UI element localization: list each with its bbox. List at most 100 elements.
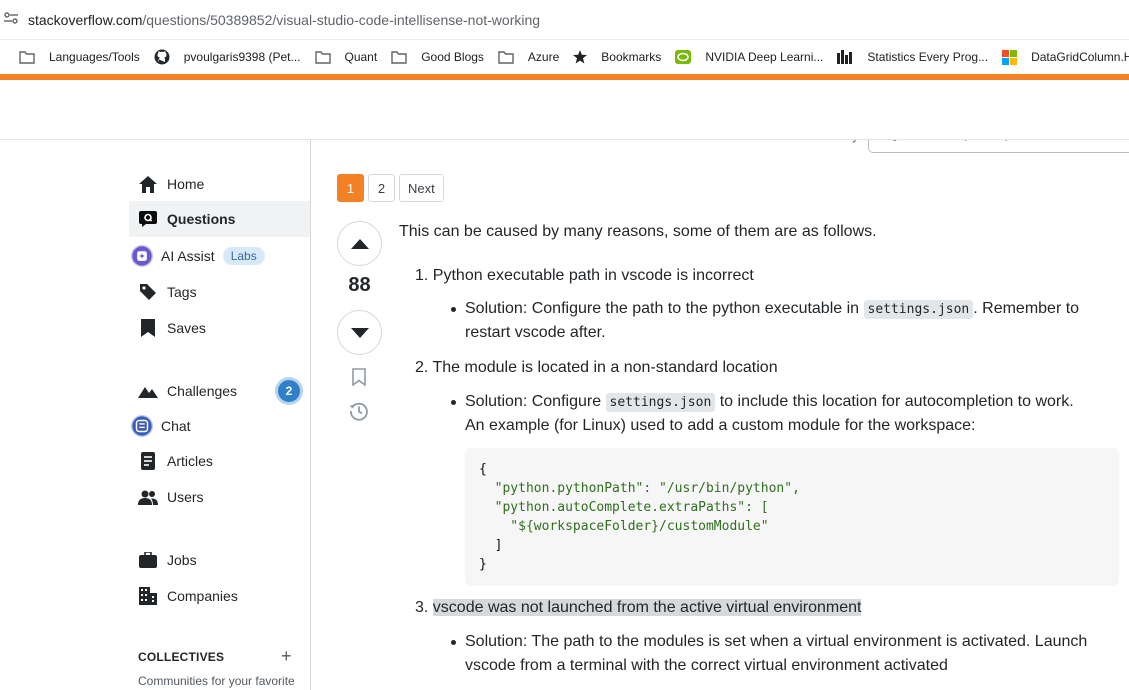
bars-icon <box>837 50 860 64</box>
stackoverflow-logo[interactable]: stackoverflow <box>137 92 300 126</box>
url-text: stackoverflow.com/questions/50389852/vis… <box>28 11 541 28</box>
sidebar-item-label: Jobs <box>167 552 197 568</box>
stackoverflow-logo-icon <box>137 92 162 125</box>
arrow-down-icon <box>350 327 369 338</box>
solution-2-cont: An example (for Linux) used to add a cus… <box>465 417 976 434</box>
bookmark-item[interactable]: Good Blogs <box>384 43 491 71</box>
bookmark-item[interactable]: Bookmarks <box>566 43 668 71</box>
sidebar-item-users[interactable]: Users <box>129 479 310 515</box>
bookmark-label: Good Blogs <box>421 50 484 64</box>
sidebar-item-label: Home <box>167 176 205 192</box>
bookmarks-bar: Languages/Tools pvoulgaris9398 (Pet... Qua… <box>0 40 1129 74</box>
logo-wordmark: stackoverflow <box>168 97 300 120</box>
microsoft-icon <box>1002 49 1024 65</box>
add-collective-icon[interactable]: + <box>281 646 292 667</box>
bookmark-label: Languages/Tools <box>49 50 140 64</box>
questions-icon <box>137 211 159 227</box>
products-menu[interactable]: Products <box>327 101 382 117</box>
github-icon <box>154 49 177 65</box>
sidebar-item-label: Tags <box>167 284 197 300</box>
bookmark-label: Statistics Every Prog... <box>867 50 989 64</box>
history-icon[interactable] <box>349 401 369 426</box>
next-page-button[interactable]: Next <box>399 174 444 202</box>
collectives-subtitle: Communities for your favorite <box>138 674 295 688</box>
bullet <box>451 307 456 312</box>
bookmark-item[interactable]: Quant <box>308 43 385 71</box>
bookmark-item[interactable]: Statistics Every Prog... <box>830 43 995 71</box>
search-icon <box>416 100 436 120</box>
bullet <box>451 640 456 645</box>
downvote-button[interactable] <box>337 310 382 355</box>
solution-3: Solution: The path to the modules is set… <box>465 633 1088 650</box>
site-settings-icon[interactable] <box>4 12 18 27</box>
bookmark-label: Bookmarks <box>601 50 662 64</box>
highlighted-text: vscode was not launched from the active … <box>432 599 862 616</box>
list-item: 2. The module is located in a non-standa… <box>415 359 778 376</box>
bookmark-label: Azure <box>527 50 560 64</box>
sidebar-item-questions[interactable]: Questions <box>129 201 310 237</box>
sidebar-item-saves[interactable]: Saves <box>129 310 310 346</box>
challenges-count-badge: 2 <box>278 380 300 402</box>
pagination: 1 2 Next <box>337 174 448 202</box>
sidebar-item-label: Articles <box>167 453 213 469</box>
bullet <box>451 400 456 405</box>
solution-2: Solution: Configure settings.json to inc… <box>465 393 1074 412</box>
search-input[interactable] <box>444 102 1044 118</box>
sidebar-item-label: AI Assist <box>161 248 215 264</box>
sidebar-item-label: Chat <box>161 418 191 434</box>
chat-icon <box>131 410 153 442</box>
sidebar-item-articles[interactable]: Articles <box>129 443 310 479</box>
ai-assist-icon <box>131 240 153 272</box>
sidebar-item-label: Companies <box>167 588 238 604</box>
vote-score: 88 <box>348 274 371 296</box>
address-bar[interactable]: stackoverflow.com/questions/50389852/vis… <box>0 0 1129 40</box>
articles-icon <box>137 452 159 470</box>
solution-1-cont: restart vscode after. <box>465 324 606 341</box>
sidebar-item-label: Questions <box>167 211 236 227</box>
answers-heading: 34 Answers <box>337 124 436 145</box>
folder-icon <box>314 50 338 64</box>
tag-icon <box>137 283 159 301</box>
bookmark-label: DataGridColumn.He... <box>1031 50 1129 64</box>
folder-icon <box>498 50 521 64</box>
building-icon <box>137 587 159 605</box>
bookmark-item[interactable]: NVIDIA Deep Learni... <box>668 43 830 71</box>
collectives-title: COLLECTIVES <box>138 650 225 664</box>
sidebar-item-jobs[interactable]: Jobs <box>129 542 310 578</box>
bookmark-answer-icon[interactable] <box>352 368 366 391</box>
bookmark-item[interactable]: Languages/Tools <box>12 43 147 71</box>
list-item: 1. Python executable path in vscode is i… <box>415 267 754 284</box>
bookmark-label: NVIDIA Deep Learni... <box>705 50 824 64</box>
sidebar-item-ai-assist[interactable]: AI Assist Labs <box>129 238 310 274</box>
page-2-button[interactable]: 2 <box>368 174 395 202</box>
code-block[interactable]: { "python.pythonPath": "/usr/bin/python"… <box>465 448 1119 586</box>
sidebar-item-home[interactable]: Home <box>129 166 310 202</box>
challenges-icon <box>137 384 159 398</box>
upvote-button[interactable] <box>337 221 382 266</box>
inline-code: settings.json <box>863 300 974 319</box>
sidebar-item-challenges[interactable]: Challenges 2 <box>129 373 310 409</box>
list-item: 3. vscode was not launched from the acti… <box>415 599 862 616</box>
bookmark-item[interactable]: DataGridColumn.He... <box>995 43 1129 71</box>
inline-code: settings.json <box>605 393 716 412</box>
solution-3-cont: vscode from a terminal with the correct … <box>465 657 948 674</box>
sidebar-item-tags[interactable]: Tags <box>129 274 310 310</box>
bookmark-icon <box>137 319 159 337</box>
users-icon <box>137 490 159 505</box>
sort-label: y <box>852 128 859 143</box>
page-1-button[interactable]: 1 <box>337 174 364 202</box>
sidebar-item-label: Users <box>167 489 204 505</box>
labs-badge: Labs <box>222 247 265 265</box>
bookmark-item[interactable]: pvoulgaris9398 (Pet... <box>147 43 308 71</box>
sidebar-item-label: Saves <box>167 320 206 336</box>
folder-icon <box>19 50 42 64</box>
bookmark-item[interactable]: Azure <box>491 43 566 71</box>
sort-select[interactable]: Highest score (default) <box>868 120 1129 153</box>
nvidia-icon <box>675 50 698 64</box>
sidebar-item-companies[interactable]: Companies <box>129 578 310 614</box>
sidebar-item-label: Challenges <box>167 383 238 399</box>
solution-1: Solution: Configure the path to the pyth… <box>465 300 1080 319</box>
sidebar-item-chat[interactable]: Chat <box>129 408 310 444</box>
star-icon <box>573 50 594 64</box>
briefcase-icon <box>137 552 159 568</box>
